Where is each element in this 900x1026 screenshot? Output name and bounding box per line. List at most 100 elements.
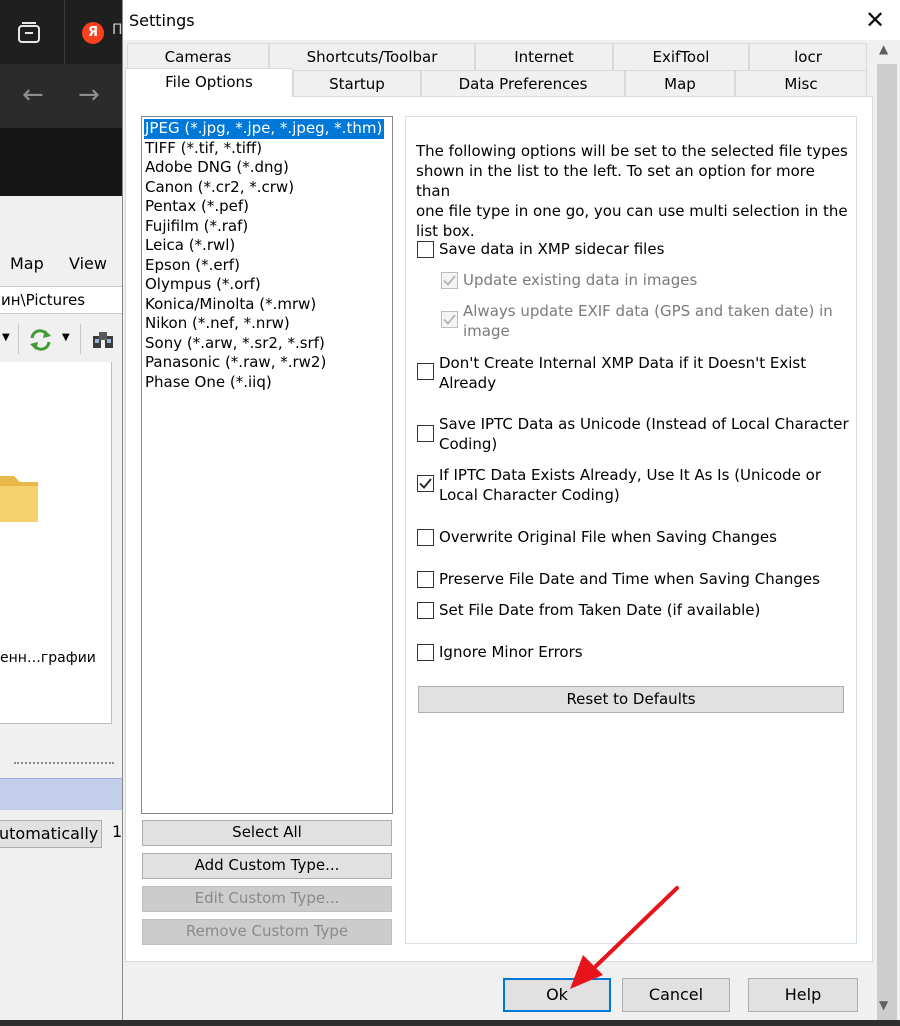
label-dont-create-xmp-line1[interactable]: Don't Create Internal XMP Data if it Doe… [439,354,806,374]
reset-to-defaults-button[interactable]: Reset to Defaults [418,686,844,713]
tab-separator [64,0,65,64]
browser-tab-title[interactable]: П [112,22,123,38]
tab-startup[interactable]: Startup [293,70,421,97]
checkbox-overwrite-original[interactable] [417,529,434,546]
taskbar-edge [0,1020,900,1026]
checkbox-iptc-use-as-is[interactable] [417,475,434,492]
select-all-button[interactable]: Select All [142,820,392,846]
forward-arrow-icon[interactable]: → [78,82,100,108]
list-item-dng[interactable]: Adobe DNG (*.dng) [144,158,291,178]
label-preserve-date[interactable]: Preserve File Date and Time when Saving … [439,570,820,590]
dropdown-arrow-icon[interactable]: ▼ [2,332,10,343]
options-description: The following options will be set to the… [416,141,848,241]
checkbox-ignore-minor[interactable] [417,644,434,661]
label-save-xmp[interactable]: Save data in XMP sidecar files [439,240,664,260]
list-item-fujifilm[interactable]: Fujifilm (*.raf) [144,217,250,237]
tab-internet[interactable]: Internet [475,43,613,70]
label-update-existing[interactable]: Update existing data in images [463,271,697,291]
ok-button[interactable]: Ok [503,978,611,1012]
checkbox-set-from-taken[interactable] [417,602,434,619]
description-line: one file type in one go, you can use mul… [416,202,848,220]
background-toolbar: ▼ ▼ [0,322,122,358]
list-item-olympus[interactable]: Olympus (*.orf) [144,275,263,295]
label-iptc-unicode-line1[interactable]: Save IPTC Data as Unicode (Instead of Lo… [439,415,849,435]
description-line: The following options will be set to the… [416,142,848,160]
browser-navbar: ← → [0,64,122,128]
tab-locr[interactable]: locr [749,43,867,70]
dropdown-arrow-icon[interactable]: ▼ [62,332,70,343]
checkmark-icon [443,314,456,325]
refresh-icon[interactable] [28,328,54,352]
scroll-up-icon[interactable]: ▲ [879,42,888,56]
label-dont-create-xmp-line2[interactable]: Already [439,374,496,394]
label-overwrite-original[interactable]: Overwrite Original File when Saving Chan… [439,528,777,548]
background-file-view: енн…графии [0,362,112,724]
list-item-canon[interactable]: Canon (*.cr2, *.crw) [144,178,296,198]
label-always-update-exif-line1[interactable]: Always update EXIF data (GPS and taken d… [463,302,833,322]
menu-map[interactable]: Map [10,254,44,273]
background-blue-bar [0,778,122,810]
toolbar-separator [18,324,19,354]
list-item-sony[interactable]: Sony (*.arw, *.sr2, *.srf) [144,334,327,354]
menu-view[interactable]: View [69,254,107,273]
side-number: 1 [112,822,123,841]
cancel-button[interactable]: Cancel [622,978,730,1012]
checkbox-update-existing[interactable] [441,272,458,289]
label-iptc-use-as-is-line2[interactable]: Local Character Coding) [439,486,620,506]
dialog-titlebar[interactable]: Settings ✕ [123,0,900,40]
label-ignore-minor[interactable]: Ignore Minor Errors [439,643,583,663]
checkbox-preserve-date[interactable] [417,571,434,588]
list-item-tiff[interactable]: TIFF (*.tif, *.tiff) [144,139,264,159]
label-iptc-use-as-is-line1[interactable]: If IPTC Data Exists Already, Use It As I… [439,466,821,486]
description-line: list box. [416,222,475,240]
label-iptc-unicode-line2[interactable]: Coding) [439,435,497,455]
checkmark-icon [443,275,456,286]
list-item-nikon[interactable]: Nikon (*.nef, *.nrw) [144,314,292,334]
settings-dialog: Settings ✕ ▲ ▼ Cameras Shortcuts/Toolbar… [122,0,900,1020]
back-arrow-icon[interactable]: ← [22,82,44,108]
list-item-leica[interactable]: Leica (*.rwl) [144,236,237,256]
list-item-panasonic[interactable]: Panasonic (*.raw, *.rw2) [144,353,328,373]
yandex-logo-icon: Я [82,22,104,44]
tab-data-preferences[interactable]: Data Preferences [421,70,625,97]
add-custom-type-button[interactable]: Add Custom Type... [142,853,392,879]
list-item-epson[interactable]: Epson (*.erf) [144,256,242,276]
tab-cameras[interactable]: Cameras [127,43,269,70]
tab-exiftool[interactable]: ExifTool [613,43,749,70]
tab-misc[interactable]: Misc [735,70,867,97]
tab-manager-icon[interactable] [16,20,42,46]
description-line: shown in the list to the left. To set an… [416,162,815,200]
browser-tabbar: Я П [0,0,123,64]
checkbox-save-xmp[interactable] [417,241,434,258]
splitter-grip[interactable] [14,762,114,768]
checkmark-icon [419,478,432,489]
help-button[interactable]: Help [748,978,858,1012]
label-set-from-taken[interactable]: Set File Date from Taken Date (if availa… [439,601,760,621]
dialog-title: Settings [129,11,195,30]
close-icon[interactable]: ✕ [863,6,887,34]
checkbox-always-update-exif[interactable] [441,311,458,328]
scroll-down-icon[interactable]: ▼ [879,998,888,1012]
edit-custom-type-button[interactable]: Edit Custom Type... [142,886,392,912]
checkbox-dont-create-xmp[interactable] [417,363,434,380]
tab-shortcuts-toolbar[interactable]: Shortcuts/Toolbar [269,43,475,70]
path-field[interactable]: ин\Pictures [0,286,122,314]
browser-content-dark [0,128,122,196]
tab-file-options[interactable]: File Options [125,68,293,97]
tab-map[interactable]: Map [625,70,735,97]
list-item-pentax[interactable]: Pentax (*.pef) [144,197,251,217]
list-item-jpeg[interactable]: JPEG (*.jpg, *.jpe, *.jpeg, *.thm) [144,119,385,139]
folder-icon[interactable] [0,470,40,528]
list-item-konica-minolta[interactable]: Konica/Minolta (*.mrw) [144,295,318,315]
folder-label: енн…графии [0,650,96,666]
scroll-thumb[interactable] [877,64,897,1020]
remove-custom-type-button[interactable]: Remove Custom Type [142,919,392,945]
auto-button[interactable]: utomatically [0,820,102,848]
binoculars-icon[interactable] [92,330,114,350]
label-always-update-exif-line2[interactable]: image [463,322,510,342]
vertical-scrollbar[interactable]: ▲ ▼ [875,40,899,1020]
file-type-list[interactable]: JPEG (*.jpg, *.jpe, *.jpeg, *.thm) TIFF … [141,116,393,814]
toolbar-separator [80,324,81,354]
checkbox-iptc-unicode[interactable] [417,425,434,442]
list-item-phase-one[interactable]: Phase One (*.iiq) [144,373,274,393]
